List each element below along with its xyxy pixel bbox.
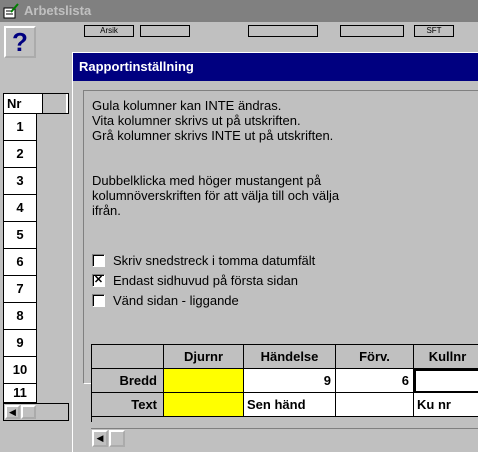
info-line: ifrån.	[92, 203, 121, 218]
row-number[interactable]: 1	[3, 114, 37, 141]
row-number[interactable]: 8	[3, 303, 37, 330]
list-edit-icon	[3, 3, 19, 19]
grid-cell-text-kullnr[interactable]: Ku nr	[414, 393, 478, 417]
column-settings-grid: Djurnr Händelse Förv. Kullnr Bredd 9 6 T…	[91, 344, 478, 422]
toolbar-button-2[interactable]	[140, 25, 190, 37]
row-header-text: Text	[92, 393, 164, 417]
arbetslista-titlebar[interactable]: Arbetslista	[0, 0, 478, 22]
row-number[interactable]: 5	[3, 222, 37, 249]
row-number[interactable]: 11	[3, 384, 37, 403]
grid-cell-text-djurnr[interactable]	[164, 393, 244, 417]
info-line: kolumnöverskriften för att välja till oc…	[92, 188, 340, 203]
nr-header-spacer	[42, 94, 66, 113]
dialog-titlebar[interactable]: Rapportinställning	[73, 53, 478, 81]
sidhuvud-label[interactable]: Endast sidhuvud på första sidan	[113, 273, 298, 288]
liggande-label[interactable]: Vänd sidan - liggande	[113, 293, 239, 308]
info-panel: Gula kolumner kan INTE ändras. Vita kolu…	[83, 90, 478, 384]
toolbar-button-3[interactable]	[248, 25, 318, 37]
info-line: Grå kolumner skrivs INTE ut på utskrifte…	[92, 128, 334, 143]
row-header-bredd: Bredd	[92, 369, 164, 393]
grid-cell-bredd-kullnr[interactable]	[414, 369, 478, 393]
scroll-thumb[interactable]	[21, 405, 36, 419]
row-number[interactable]: 10	[3, 357, 37, 384]
grid-cell-bredd-handelse[interactable]: 9	[244, 369, 336, 393]
grid-cell-bredd-djurnr[interactable]	[164, 369, 244, 393]
sidhuvud-checkbox[interactable]: ✕	[92, 273, 105, 287]
column-header-djurnr[interactable]: Djurnr	[164, 345, 244, 369]
toolbar-button-4[interactable]	[340, 25, 404, 37]
help-button[interactable]: ?	[4, 26, 36, 58]
info-line: Vita kolumner skrivs ut på utskriften.	[92, 113, 301, 128]
grid-cell-text-forv[interactable]	[336, 393, 414, 417]
row-number[interactable]: 9	[3, 330, 37, 357]
info-line: Gula kolumner kan INTE ändras.	[92, 98, 282, 113]
option-sidhuvud[interactable]: ✕ Endast sidhuvud på första sidan	[92, 271, 298, 289]
grid-horizontal-scrollbar[interactable]: ◀	[91, 428, 478, 448]
grid-cell-text-handelse[interactable]: Sen händ	[244, 393, 336, 417]
toolbar-button-5[interactable]: SFT	[414, 25, 454, 37]
snedstreck-checkbox[interactable]	[92, 253, 105, 267]
row-number[interactable]: 6	[3, 249, 37, 276]
toolbar-button-1[interactable]: Arsik	[84, 25, 134, 37]
snedstreck-label[interactable]: Skriv snedstreck i tomma datumfält	[113, 253, 315, 268]
nr-header-label: Nr	[7, 96, 22, 111]
column-header-handelse[interactable]: Händelse	[244, 345, 336, 369]
column-header-kullnr[interactable]: Kullnr	[414, 345, 478, 369]
row-number[interactable]: 4	[3, 195, 37, 222]
nr-horizontal-scrollbar[interactable]: ◀	[3, 403, 69, 421]
option-snedstreck[interactable]: Skriv snedstreck i tomma datumfält	[92, 251, 315, 269]
nr-column-header: Nr	[3, 93, 69, 114]
liggande-checkbox[interactable]	[92, 293, 105, 307]
arbetslista-title: Arbetslista	[24, 3, 92, 18]
row-number-panel: Nr 1 2 3 4 5 6 7 8 9 10 11 ◀	[3, 93, 69, 436]
row-number[interactable]: 7	[3, 276, 37, 303]
grid-cell-bredd-forv[interactable]: 6	[336, 369, 414, 393]
row-number[interactable]: 2	[3, 141, 37, 168]
rapportinstallning-dialog: Rapportinställning Gula kolumner kan INT…	[72, 52, 478, 452]
column-header-forv[interactable]: Förv.	[336, 345, 414, 369]
help-icon: ?	[12, 27, 28, 57]
grid-corner	[92, 345, 164, 369]
info-line: Dubbelklicka med höger mustangent på	[92, 173, 322, 188]
scroll-left-icon[interactable]: ◀	[92, 430, 108, 447]
dialog-title: Rapportinställning	[79, 59, 194, 74]
row-number[interactable]: 3	[3, 168, 37, 195]
option-liggande[interactable]: Vänd sidan - liggande	[92, 291, 239, 309]
scroll-thumb[interactable]	[109, 430, 125, 447]
scroll-left-icon[interactable]: ◀	[5, 405, 20, 419]
